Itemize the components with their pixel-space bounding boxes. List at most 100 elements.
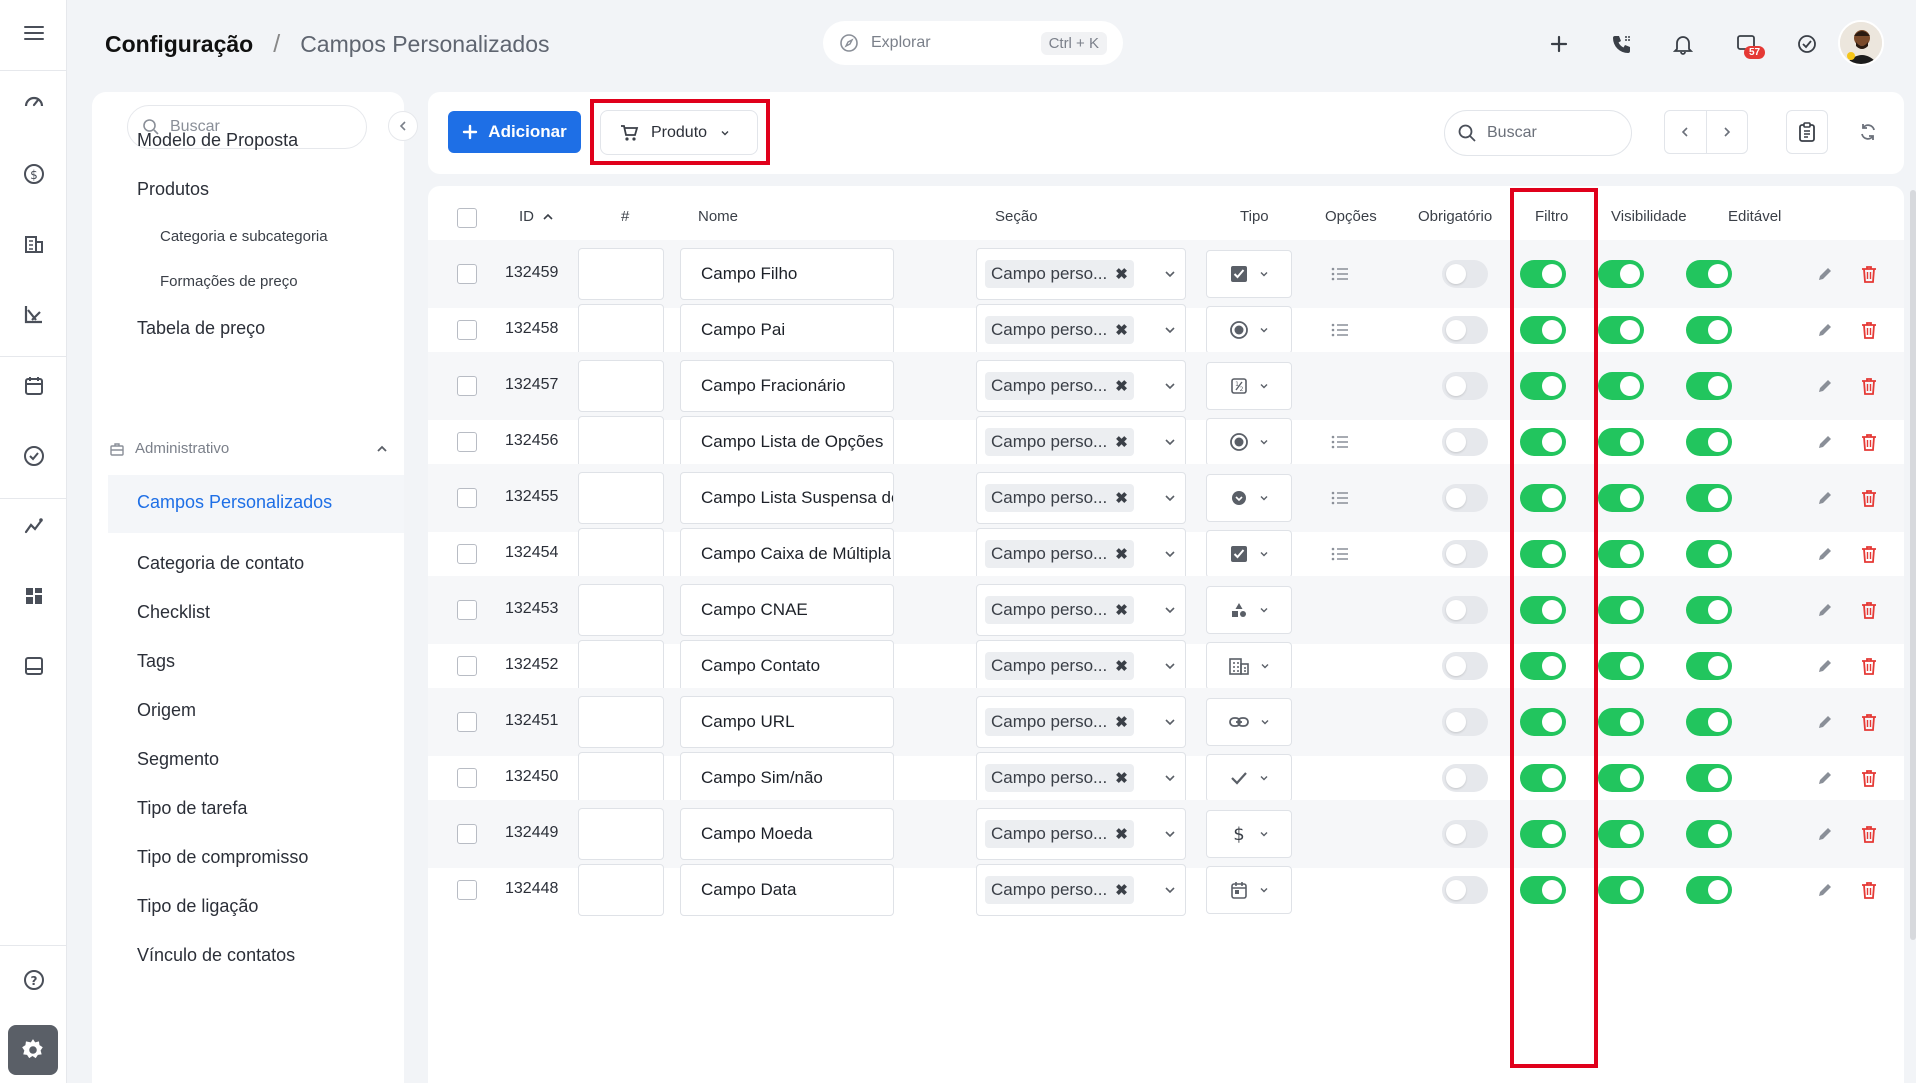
section-select[interactable]: Campo perso... ✖ [976, 472, 1186, 524]
type-select[interactable] [1206, 754, 1292, 802]
chevron-up-icon[interactable] [375, 442, 389, 456]
order-input[interactable] [578, 752, 664, 804]
editable-toggle[interactable] [1686, 428, 1732, 456]
editable-toggle[interactable] [1686, 316, 1732, 344]
editable-toggle[interactable] [1686, 372, 1732, 400]
section-select[interactable]: Campo perso... ✖ [976, 752, 1186, 804]
help-icon[interactable]: ? [14, 960, 54, 1000]
column-header-id[interactable]: ID [519, 208, 554, 225]
required-toggle[interactable] [1442, 876, 1488, 904]
sidebar-item-campos-personalizados[interactable]: Campos Personalizados [137, 492, 332, 513]
options-list-icon[interactable] [1330, 490, 1350, 506]
type-select[interactable] [1206, 698, 1292, 746]
building-icon[interactable] [14, 224, 54, 264]
sidebar-item-tipo-ligacao[interactable]: Tipo de ligação [137, 896, 258, 917]
order-input[interactable] [578, 584, 664, 636]
type-select[interactable]: 12 [1206, 362, 1292, 410]
row-checkbox[interactable] [457, 600, 477, 620]
order-input[interactable] [578, 528, 664, 580]
sidebar-item-tipo-tarefa[interactable]: Tipo de tarefa [137, 798, 247, 819]
visibility-toggle[interactable] [1598, 876, 1644, 904]
sidebar-item-tipo-compromisso[interactable]: Tipo de compromisso [137, 847, 308, 868]
visibility-toggle[interactable] [1598, 372, 1644, 400]
required-toggle[interactable] [1442, 316, 1488, 344]
editable-toggle[interactable] [1686, 708, 1732, 736]
options-list-icon[interactable] [1330, 434, 1350, 450]
type-select[interactable] [1206, 642, 1292, 690]
sidebar-item-tags[interactable]: Tags [137, 651, 175, 672]
delete-trash-icon[interactable] [1860, 488, 1878, 508]
row-checkbox[interactable] [457, 712, 477, 732]
required-toggle[interactable] [1442, 596, 1488, 624]
visibility-toggle[interactable] [1598, 484, 1644, 512]
row-checkbox[interactable] [457, 320, 477, 340]
avatar[interactable] [1838, 20, 1884, 66]
delete-trash-icon[interactable] [1860, 264, 1878, 284]
visibility-toggle[interactable] [1598, 708, 1644, 736]
explore-search[interactable]: Explorar Ctrl + K [823, 21, 1123, 65]
menu-icon[interactable] [14, 13, 54, 53]
close-icon[interactable]: ✖ [1115, 713, 1128, 731]
order-input[interactable] [578, 416, 664, 468]
visibility-toggle[interactable] [1598, 820, 1644, 848]
type-select[interactable] [1206, 474, 1292, 522]
close-icon[interactable]: ✖ [1115, 433, 1128, 451]
sidebar-item-tabela-preco[interactable]: Tabela de preço [137, 318, 265, 339]
name-input[interactable]: Campo Lista Suspensa de ( [680, 472, 894, 524]
row-checkbox[interactable] [457, 432, 477, 452]
required-toggle[interactable] [1442, 428, 1488, 456]
name-input[interactable]: Campo Filho [680, 248, 894, 300]
row-checkbox[interactable] [457, 376, 477, 396]
sidebar-item-formacoes-preco[interactable]: Formações de preço [160, 273, 298, 290]
section-select[interactable]: Campo perso... ✖ [976, 640, 1186, 692]
options-list-icon[interactable] [1330, 266, 1350, 282]
sidebar-item-produtos[interactable]: Produtos [137, 179, 209, 200]
order-input[interactable] [578, 304, 664, 356]
required-toggle[interactable] [1442, 260, 1488, 288]
edit-pencil-icon[interactable] [1816, 265, 1834, 283]
name-input[interactable]: Campo CNAE [680, 584, 894, 636]
name-input[interactable]: Campo Caixa de Múltipla E: [680, 528, 894, 580]
delete-trash-icon[interactable] [1860, 320, 1878, 340]
editable-toggle[interactable] [1686, 652, 1732, 680]
name-input[interactable]: Campo Contato [680, 640, 894, 692]
order-input[interactable] [578, 808, 664, 860]
edit-pencil-icon[interactable] [1816, 433, 1834, 451]
close-icon[interactable]: ✖ [1115, 545, 1128, 563]
phone-icon[interactable] [1602, 24, 1642, 64]
delete-trash-icon[interactable] [1860, 712, 1878, 732]
section-select[interactable]: Campo perso... ✖ [976, 864, 1186, 916]
name-input[interactable]: Campo Lista de Opções [680, 416, 894, 468]
type-select[interactable] [1206, 586, 1292, 634]
close-icon[interactable]: ✖ [1115, 489, 1128, 507]
inbox-icon[interactable] [14, 646, 54, 686]
close-icon[interactable]: ✖ [1115, 321, 1128, 339]
trend-icon[interactable] [14, 506, 54, 546]
editable-toggle[interactable] [1686, 540, 1732, 568]
sidebar-item-categoria-contato[interactable]: Categoria de contato [137, 553, 304, 574]
row-checkbox[interactable] [457, 264, 477, 284]
delete-trash-icon[interactable] [1860, 824, 1878, 844]
name-input[interactable]: Campo Sim/não [680, 752, 894, 804]
required-toggle[interactable] [1442, 652, 1488, 680]
required-toggle[interactable] [1442, 820, 1488, 848]
next-page-button[interactable] [1705, 111, 1748, 153]
sidebar-item-vinculo-contatos[interactable]: Vínculo de contatos [137, 945, 295, 966]
name-input[interactable]: Campo Data [680, 864, 894, 916]
breadcrumb-root[interactable]: Configuração [105, 31, 253, 58]
row-checkbox[interactable] [457, 768, 477, 788]
row-checkbox[interactable] [457, 656, 477, 676]
visibility-toggle[interactable] [1598, 764, 1644, 792]
name-input[interactable]: Campo Fracionário [680, 360, 894, 412]
sidebar-collapse-button[interactable] [388, 111, 418, 141]
type-select[interactable] [1206, 530, 1292, 578]
prev-page-button[interactable] [1665, 111, 1706, 153]
delete-trash-icon[interactable] [1860, 656, 1878, 676]
dashboard-icon[interactable] [14, 82, 54, 122]
delete-trash-icon[interactable] [1860, 544, 1878, 564]
refresh-icon[interactable] [1848, 112, 1888, 152]
chat-icon[interactable]: 57 [1726, 24, 1766, 64]
required-toggle[interactable] [1442, 484, 1488, 512]
type-select[interactable]: $ [1206, 810, 1292, 858]
close-icon[interactable]: ✖ [1115, 601, 1128, 619]
